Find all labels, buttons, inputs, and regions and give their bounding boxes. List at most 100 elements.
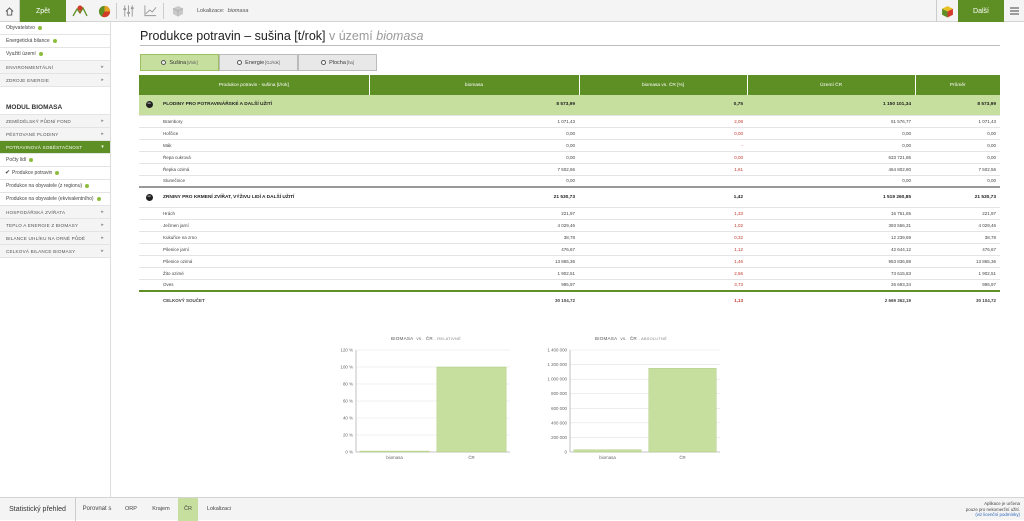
cube-button[interactable] xyxy=(169,0,187,22)
license-note: Aplikace je určena pouze pro nekomerční … xyxy=(966,501,1020,518)
table-cell: 0,00 xyxy=(915,151,1000,164)
sidebar-item-pocty-lidi[interactable]: Počty lidí xyxy=(0,154,110,167)
table-cell: 21 530,73 xyxy=(915,186,1000,208)
table-row: Řepa cukrová 0,00 0,00 633 721,86 0,00 xyxy=(139,151,1000,164)
table-row: Hrách 221,97 1,33 16 751,65 221,97 xyxy=(139,207,1000,220)
sidebar-category-potravinova-sobestacnost[interactable]: POTRAVINOVÁ SOBĚSTAČNOST ▾ xyxy=(0,141,110,154)
cube-icon xyxy=(172,6,184,17)
tab-label: Plocha xyxy=(329,59,346,66)
sidebar-item-energeticka-bilance[interactable]: Energetická bilance xyxy=(0,35,110,48)
collapse-icon: − xyxy=(145,193,153,201)
table-cell: 0,00 xyxy=(369,151,579,164)
table-cell: 0,32 xyxy=(579,231,747,244)
line-chart-icon xyxy=(143,5,156,17)
statistics-overview-button[interactable]: Statistický přehled xyxy=(0,498,76,521)
hamburger-icon xyxy=(1009,7,1019,15)
module-title: MODUL BIOMASA xyxy=(0,101,110,115)
table-cell: 1,02 xyxy=(579,219,747,232)
tab-unit: [ha] xyxy=(346,60,354,65)
table-cell: 0,00 xyxy=(579,127,747,140)
table-row: Hořčice 0,00 0,00 0,00 0,00 xyxy=(139,127,1000,140)
table-cell: 1 150 101,34 xyxy=(747,95,915,116)
table-row: Řepka ozimá 7 502,56 1,61 464 802,80 7 502,5… xyxy=(139,163,1000,176)
next-button[interactable]: Další xyxy=(958,0,1004,22)
sidebar-item-produkce-na-obyvatele-region[interactable]: Produkce na obyvatele (z regionu) xyxy=(0,180,110,193)
y-tick-label: 120 % xyxy=(341,348,354,353)
chevron-right-icon: ▸ xyxy=(101,209,104,215)
table-cell: 30 104,72 xyxy=(915,290,1000,309)
group-toggle[interactable]: − xyxy=(139,186,159,208)
home-button[interactable] xyxy=(0,0,20,22)
table-cell xyxy=(139,279,159,292)
table-cell: Brambory xyxy=(159,115,369,128)
back-button[interactable]: Zpět xyxy=(20,0,66,22)
map-button[interactable] xyxy=(70,0,90,22)
x-tick-label: biomasa xyxy=(599,455,616,460)
compare-kraj[interactable]: Krajem xyxy=(148,498,174,521)
bar-cr xyxy=(648,368,717,453)
table-group-row[interactable]: − ZRNINY PRO KRMENÍ ZVÍŘAT, VÝŽIVU LIDÍ A… xyxy=(139,186,1000,208)
tab-susina[interactable]: Sušina [t/rok] xyxy=(140,54,219,71)
table-cell xyxy=(139,290,159,309)
table-group-row[interactable]: − PLODINY PRO POTRAVINÁŘSKÉ A DALŠÍ UŽITÍ… xyxy=(139,95,1000,116)
compare-lokalizace[interactable]: Lokalizaci xyxy=(202,498,236,521)
compare-orp[interactable]: ORP xyxy=(120,498,142,521)
color-cube-button[interactable] xyxy=(936,0,958,22)
table-cell: 38,78 xyxy=(369,231,579,244)
pie-chart-button[interactable] xyxy=(95,0,113,22)
y-tick-label: 40 % xyxy=(343,416,353,421)
main-content: Produkce potravin – sušina [t/rok] v úze… xyxy=(111,22,1024,497)
table-cell: 476,67 xyxy=(369,243,579,256)
table-cell: 953 836,88 xyxy=(747,255,915,268)
table-cell: 7 502,56 xyxy=(369,163,579,176)
tab-energie[interactable]: Energie [GJ/rok] xyxy=(219,54,298,71)
sidebar-item-produkce-potravin[interactable]: ✔ Produkce potravin xyxy=(0,167,110,180)
sidebar-item-vyuziti-uzemi[interactable]: Využití území xyxy=(0,48,110,61)
sidebar-category-zpf[interactable]: ZEMĚDĚLSKÝ PŮDNÍ FOND ▸ xyxy=(0,115,110,128)
sidebar-item-label: Energetická bilance xyxy=(6,38,50,44)
sidebar-item-produkce-na-obyvatele-ekv[interactable]: Produkce na obyvatele (ekvivalentního) xyxy=(0,193,110,206)
pie-chart-icon xyxy=(98,5,110,17)
sidebar-category-zdroje-energie[interactable]: ZDROJE ENERGIE ▸ xyxy=(0,74,110,87)
sidebar-category-teplo-energie[interactable]: TEPLO A ENERGIE Z BIOMASY ▸ xyxy=(0,219,110,232)
sidebar-category-hospodarska-zvirata[interactable]: HOSPODÁŘSKÁ ZVÍŘATA ▸ xyxy=(0,206,110,219)
filter-button[interactable] xyxy=(118,0,138,22)
table-header-cell: Průměr xyxy=(915,75,1000,95)
y-tick-label: 400 000 xyxy=(551,420,567,425)
sidebar-item-label: Obyvatelstvo xyxy=(6,25,35,31)
table-cell: 51 576,77 xyxy=(747,115,915,128)
sidebar-category-bilance-uhliku[interactable]: BILANCE UHLÍKU NA ORNÉ PŮDĚ ▸ xyxy=(0,232,110,245)
sidebar-category-label: ZDROJE ENERGIE xyxy=(6,78,50,83)
y-tick-label: 100 % xyxy=(341,365,354,370)
table-cell: 1,42 xyxy=(579,186,747,208)
tab-plocha[interactable]: Plocha [ha] xyxy=(298,54,377,71)
chart-relative: BIOMASA vs. ČR - RELATIVNĚ 0 % 20 % 40 % 60 %… xyxy=(336,332,516,477)
table-cell xyxy=(139,163,159,176)
home-icon xyxy=(5,6,14,16)
sidebar-item-obyvatelstvo[interactable]: Obyvatelstvo xyxy=(0,22,110,35)
menu-button[interactable] xyxy=(1004,0,1024,22)
sidebar-category-celkova-bilance[interactable]: CELKOVÁ BILANCE BIOMASY ▸ xyxy=(0,245,110,258)
data-table: Produkce potravin - sušina [t/rok] bioma… xyxy=(139,75,1000,309)
license-link[interactable]: (viz licenční podmínky) xyxy=(966,512,1020,518)
table-cell xyxy=(139,115,159,128)
tab-label: Energie xyxy=(245,59,265,66)
table-cell: 12 239,69 xyxy=(747,231,915,244)
sidebar-category-pestovane-plodiny[interactable]: PĚSTOVANÉ PLODINY ▸ xyxy=(0,128,110,141)
table-cell: 0,00 xyxy=(915,127,1000,140)
compare-cr[interactable]: ČR xyxy=(178,498,198,521)
table-cell: 1 071,43 xyxy=(369,115,579,128)
y-tick-label: 20 % xyxy=(343,433,353,438)
chevron-right-icon: ▸ xyxy=(101,222,104,228)
line-chart-button[interactable] xyxy=(140,0,160,22)
location-label-text: Lokalizace: xyxy=(197,8,225,14)
table-cell xyxy=(139,243,159,256)
sidebar-item-label: Využití území xyxy=(6,51,36,57)
x-tick-label: biomasa xyxy=(386,455,403,460)
group-toggle[interactable]: − xyxy=(139,95,159,116)
table-cell: 8 573,99 xyxy=(915,95,1000,116)
sidebar-category-environmentalni[interactable]: ENVIRONMENTÁLNÍ ▸ xyxy=(0,61,110,74)
y-tick-label: 1 000 000 xyxy=(547,377,567,382)
status-dot xyxy=(55,170,60,175)
location-value: biomasa xyxy=(227,8,249,14)
